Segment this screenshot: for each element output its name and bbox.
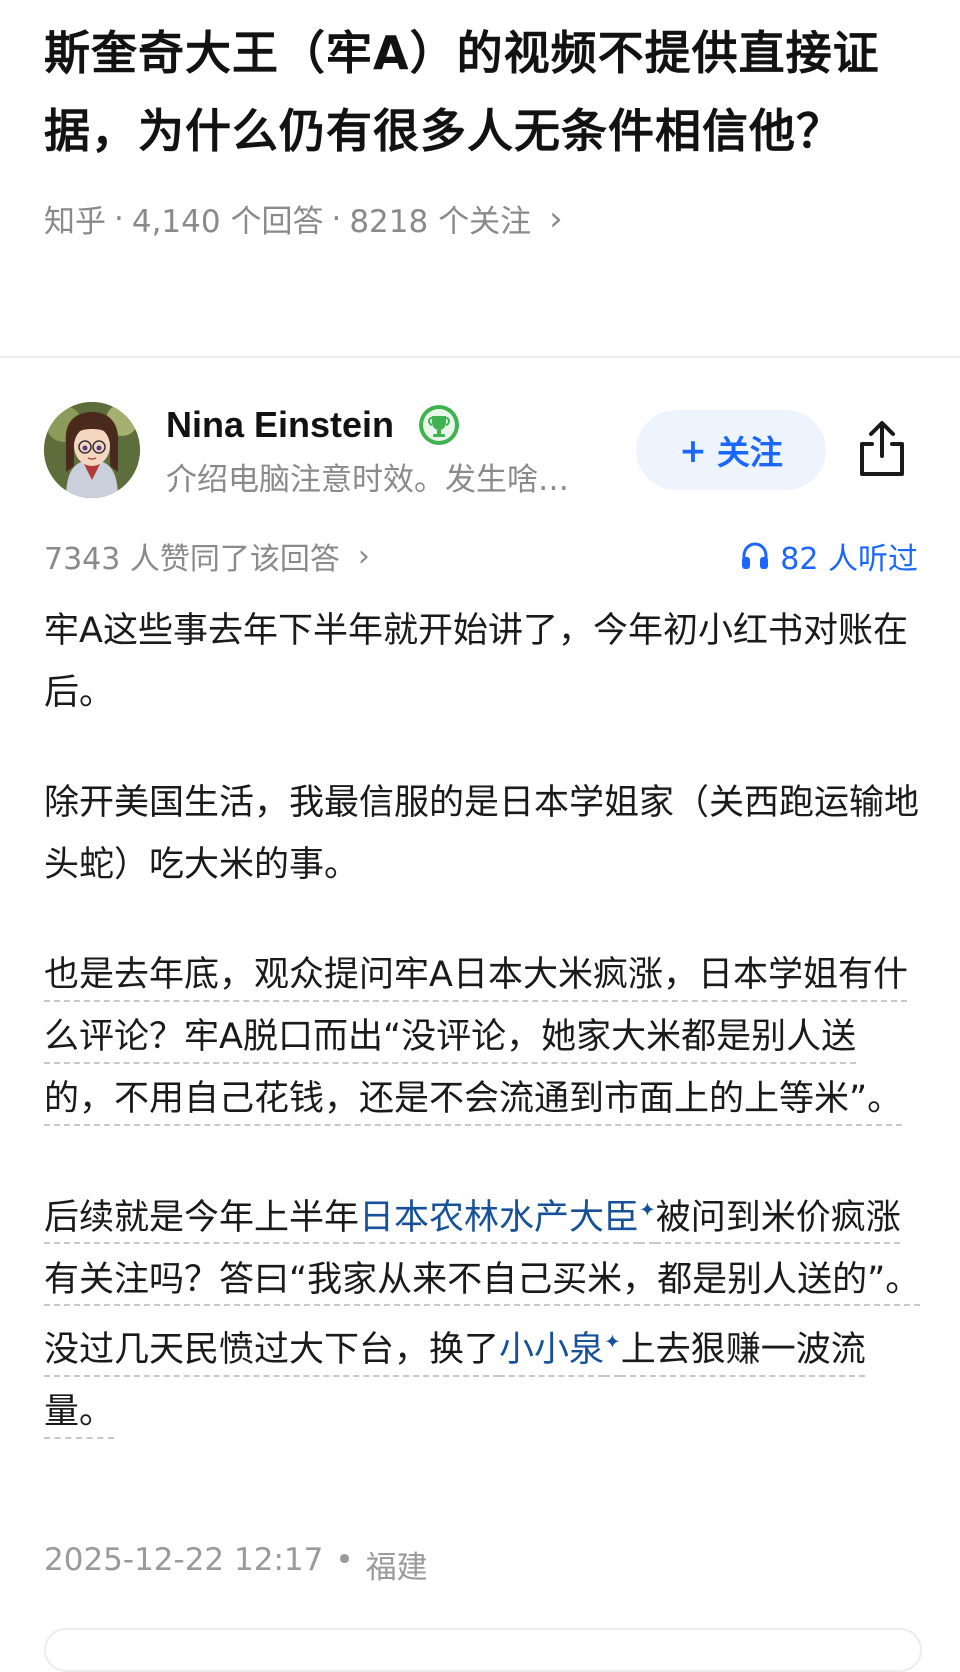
author-name[interactable]: Nina Einstein (166, 402, 394, 448)
meta-separator: · (331, 200, 342, 237)
section-divider (0, 356, 960, 358)
follower-count: 8218 个关注 (349, 204, 532, 240)
likes-summary[interactable]: 7343 人赞同了该回答 › (44, 534, 370, 578)
text-segment: 后续就是今年上半年 (44, 1197, 360, 1238)
chevron-right-icon: › (357, 538, 370, 574)
question-title[interactable]: 斯奎奇大王（牢A）的视频不提供直接证据，为什么仍有很多人无条件相信他？ (44, 14, 924, 170)
link-minister[interactable]: 日本农林水产大臣 (359, 1198, 639, 1238)
paragraph: 除开美国生活，我最信服的是日本学姐家（关西跑运输地头蛇）吃大米的事。 (44, 783, 920, 885)
headphones-icon (742, 542, 769, 569)
meta-separator: · (114, 200, 124, 237)
post-date: 2025-12-22 12:17 (44, 1542, 324, 1578)
sparkle-icon: ✦ (604, 1329, 621, 1354)
post-meta: 2025-12-22 12:17 • 福建 (44, 1542, 428, 1587)
question-meta[interactable]: 知乎 · 4,140 个回答 · 8218 个关注 › (44, 196, 924, 241)
highlighted-text[interactable]: 也是去年底，观众提问牢A日本大米疯涨，日本学姐有什么评论？牢A脱口而出“没评论，… (44, 955, 908, 1119)
question-source: 知乎 (44, 204, 106, 240)
listen-count: 82 人听过 (780, 542, 918, 577)
post-location: 福建 (365, 1550, 428, 1586)
bottom-card[interactable] (44, 1628, 922, 1672)
paragraph: 后续就是今年上半年日本农林水产大臣✦被问到米价疯涨有关注吗？答曰“我家从来不自己… (44, 1178, 924, 1443)
author-row: Nina Einstein 介绍电脑注意时效。发生啥… + 关注 (44, 402, 924, 502)
avatar[interactable] (44, 402, 140, 498)
listen-summary[interactable]: 82 人听过 (740, 534, 918, 578)
likes-count: 7343 人赞同了该回答 (44, 542, 340, 577)
question-header: 斯奎奇大王（牢A）的视频不提供直接证据，为什么仍有很多人无条件相信他？ 知乎 ·… (44, 14, 924, 241)
link-xiaoxiaoquan[interactable]: 小小泉 (499, 1330, 604, 1370)
chevron-right-icon: › (549, 198, 563, 239)
plus-icon: + (679, 430, 707, 470)
paragraph-quote: 也是去年底，观众提问牢A日本大米疯涨，日本学姐有什么评论？牢A脱口而出“没评论，… (44, 944, 924, 1130)
follow-button[interactable]: + 关注 (636, 410, 826, 490)
paragraph: 牢A这些事去年下半年就开始讲了，今年初小红书对账在后。 (44, 611, 908, 713)
answer-count: 4,140 个回答 (131, 204, 324, 240)
trophy-badge-icon[interactable] (418, 404, 460, 446)
follow-label: 关注 (716, 433, 783, 472)
share-icon[interactable] (854, 418, 910, 480)
sparkle-icon: ✦ (639, 1197, 656, 1221)
answer-content: 牢A这些事去年下半年就开始讲了，今年初小红书对账在后。 除开美国生活，我最信服的… (44, 600, 924, 1491)
meta-dot: • (335, 1542, 354, 1578)
author-bio[interactable]: 介绍电脑注意时效。发生啥… (166, 458, 569, 502)
answer-stats: 7343 人赞同了该回答 › 82 人听过 (44, 534, 918, 578)
highlighted-text-start[interactable]: 后续就是今年上半年日本农林水产大臣✦被问到米价疯涨有关注吗？答曰“我家从来不自己… (44, 1197, 920, 1432)
